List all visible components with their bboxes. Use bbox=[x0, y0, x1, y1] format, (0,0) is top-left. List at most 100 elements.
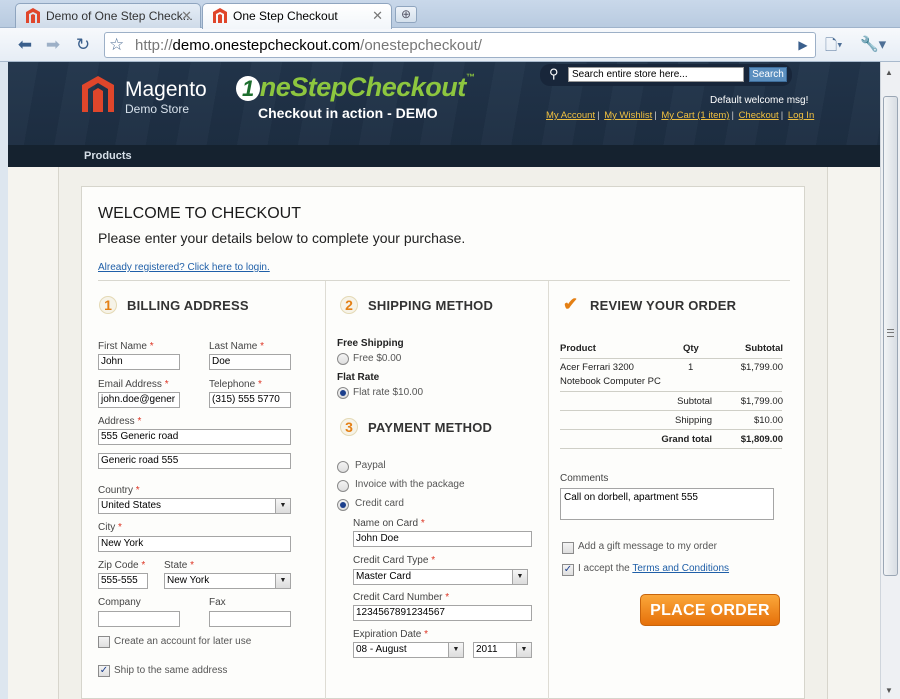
scrollbar[interactable]: ▲ ▼ bbox=[880, 62, 900, 699]
magento-favicon-icon bbox=[26, 8, 40, 23]
review-title: REVIEW YOUR ORDER bbox=[590, 298, 737, 313]
link-log-in[interactable]: Log In bbox=[788, 110, 814, 121]
country-label: Country * bbox=[98, 485, 140, 496]
new-tab-button[interactable]: ⊕ bbox=[395, 6, 417, 23]
link-my-account[interactable]: My Account bbox=[546, 110, 595, 121]
forward-arrow-icon[interactable]: ➡ bbox=[42, 34, 64, 56]
card-number-label: Credit Card Number * bbox=[353, 592, 450, 603]
search-icon: ⚲ bbox=[549, 66, 559, 81]
exp-year-select[interactable]: 2011 ▼ bbox=[473, 642, 532, 658]
chevron-down-icon: ▼ bbox=[448, 643, 463, 657]
product-subtotal: $1,799.00 bbox=[740, 362, 783, 373]
tab-demo[interactable]: Demo of One Step Check... ✕ bbox=[15, 3, 201, 28]
fax-label: Fax bbox=[209, 597, 226, 608]
card-name-field[interactable]: John Doe bbox=[353, 531, 532, 547]
free-shipping-radio[interactable] bbox=[337, 353, 349, 365]
terms-link[interactable]: Terms and Conditions bbox=[632, 563, 729, 574]
search-button[interactable]: Search bbox=[749, 67, 787, 82]
scroll-thumb[interactable] bbox=[883, 96, 898, 576]
exp-month-select[interactable]: 08 - August ▼ bbox=[353, 642, 464, 658]
reload-icon[interactable]: ↻ bbox=[72, 34, 94, 56]
back-arrow-icon[interactable]: ⬅ bbox=[14, 34, 36, 56]
zip-field[interactable]: 555-555 bbox=[98, 573, 148, 589]
magento-logo-icon bbox=[82, 76, 114, 112]
link-checkout[interactable]: Checkout bbox=[739, 110, 779, 121]
nav-item-products[interactable]: Products bbox=[84, 150, 132, 162]
flat-rate-radio[interactable] bbox=[337, 387, 349, 399]
state-select[interactable]: New York ▼ bbox=[164, 573, 291, 589]
page-menu-icon[interactable]: 🗋▾ bbox=[825, 35, 843, 60]
expiration-label: Expiration Date * bbox=[353, 629, 429, 640]
create-account-label: Create an account for later use bbox=[114, 636, 252, 647]
column-divider bbox=[548, 281, 549, 699]
search-input[interactable] bbox=[568, 67, 744, 82]
close-icon[interactable]: ✕ bbox=[181, 8, 192, 24]
place-order-button[interactable]: PLACE ORDER bbox=[640, 594, 780, 626]
grand-total-label: Grand total bbox=[661, 434, 712, 445]
page-subtitle: Please enter your details below to compl… bbox=[98, 230, 466, 246]
page-viewport: Magento Demo Store 1 neStepCheckout™ Chec… bbox=[8, 62, 880, 699]
subtotal-label: Subtotal bbox=[677, 396, 712, 407]
tab-label: Demo of One Step Check... bbox=[46, 9, 193, 23]
go-arrow-icon[interactable]: ▶ bbox=[792, 34, 814, 56]
login-link[interactable]: Already registered? Click here to login. bbox=[98, 262, 270, 273]
product-name: Acer Ferrari 3200 bbox=[560, 362, 634, 373]
address-line1-field[interactable]: 555 Generic road bbox=[98, 429, 291, 445]
flat-rate-heading: Flat Rate bbox=[337, 372, 380, 383]
fax-field[interactable] bbox=[209, 611, 291, 627]
link-my-wishlist[interactable]: My Wishlist bbox=[604, 110, 652, 121]
accept-terms-checkbox[interactable]: ✓ bbox=[562, 564, 574, 576]
address-label: Address * bbox=[98, 416, 142, 427]
store-subtitle: Demo Store bbox=[125, 102, 190, 116]
paypal-radio[interactable] bbox=[337, 461, 349, 473]
free-shipping-option: Free $0.00 bbox=[353, 353, 402, 364]
bookmark-star-icon[interactable]: ☆ bbox=[109, 35, 124, 55]
close-icon[interactable]: ✕ bbox=[372, 8, 383, 24]
invoice-option: Invoice with the package bbox=[355, 479, 465, 490]
wrench-menu-icon[interactable]: 🔧▾ bbox=[860, 35, 886, 53]
scroll-down-icon[interactable]: ▼ bbox=[885, 686, 893, 695]
credit-card-radio[interactable] bbox=[337, 499, 349, 511]
step-number-2: 2 bbox=[340, 296, 358, 314]
address-bar[interactable]: ☆ http://demo.onestepcheckout.com/oneste… bbox=[104, 32, 816, 58]
main-nav: Products bbox=[8, 145, 880, 167]
url-text: http://demo.onestepcheckout.com/onestepc… bbox=[135, 37, 482, 54]
checkmark-icon: ✔ bbox=[563, 294, 579, 314]
chevron-down-icon: ▼ bbox=[516, 643, 531, 657]
address-line2-field[interactable]: Generic road 555 bbox=[98, 453, 291, 469]
gift-message-label: Add a gift message to my order bbox=[578, 541, 717, 552]
company-field[interactable] bbox=[98, 611, 180, 627]
col-subtotal-header: Subtotal bbox=[745, 343, 783, 354]
flat-rate-option: Flat rate $10.00 bbox=[353, 387, 424, 398]
company-label: Company bbox=[98, 597, 141, 608]
telephone-label: Telephone * bbox=[209, 379, 262, 390]
step-number-1: 1 bbox=[99, 296, 117, 314]
telephone-field[interactable]: (315) 555 5770 bbox=[209, 392, 291, 408]
email-label: Email Address * bbox=[98, 379, 169, 390]
site-header: Magento Demo Store 1 neStepCheckout™ Chec… bbox=[8, 62, 880, 167]
first-name-field[interactable]: John bbox=[98, 354, 180, 370]
gift-message-checkbox[interactable] bbox=[562, 542, 574, 554]
city-field[interactable]: New York bbox=[98, 536, 291, 552]
tab-one-step-checkout[interactable]: One Step Checkout ✕ bbox=[202, 3, 392, 29]
shipping-title: SHIPPING METHOD bbox=[368, 298, 494, 313]
table-divider bbox=[560, 391, 782, 392]
comments-label: Comments bbox=[560, 473, 609, 484]
shipping-value: $10.00 bbox=[753, 415, 783, 426]
card-type-select[interactable]: Master Card ▼ bbox=[353, 569, 528, 585]
email-field[interactable]: john.doe@gener bbox=[98, 392, 180, 408]
invoice-radio[interactable] bbox=[337, 480, 349, 492]
card-number-field[interactable]: 1234567891234567 bbox=[353, 605, 532, 621]
billing-title: BILLING ADDRESS bbox=[127, 298, 249, 313]
create-account-checkbox[interactable] bbox=[98, 636, 110, 648]
ship-same-checkbox[interactable]: ✓ bbox=[98, 665, 110, 677]
country-select[interactable]: United States ▼ bbox=[98, 498, 291, 514]
paypal-option: Paypal bbox=[355, 460, 386, 471]
welcome-message: Default welcome msg! bbox=[710, 95, 809, 106]
last-name-field[interactable]: Doe bbox=[209, 354, 291, 370]
logo-tagline: Checkout in action - DEMO bbox=[258, 105, 438, 121]
link-my-cart[interactable]: My Cart (1 item) bbox=[661, 110, 729, 121]
comments-textarea[interactable]: Call on dorbell, apartment 555 bbox=[560, 488, 774, 520]
card-name-label: Name on Card * bbox=[353, 518, 425, 529]
scroll-up-icon[interactable]: ▲ bbox=[885, 68, 893, 77]
